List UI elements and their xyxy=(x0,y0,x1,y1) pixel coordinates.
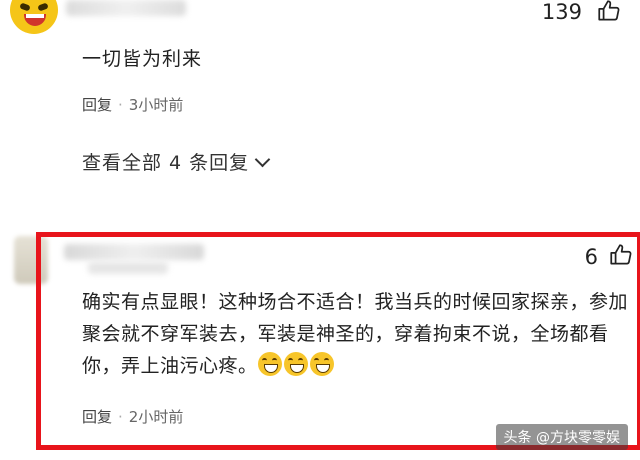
view-all-label: 查看全部 4 条回复 xyxy=(82,152,250,174)
reply-button[interactable]: 回复 xyxy=(82,96,112,114)
comment-meta: 回复 · 3小时前 xyxy=(82,96,184,114)
like-count: 139 xyxy=(541,0,582,24)
watermark: 头条 @方块零零娱 xyxy=(495,424,628,450)
highlight-box xyxy=(36,232,640,450)
username-blurred xyxy=(66,0,186,16)
avatar[interactable] xyxy=(10,0,58,34)
chevron-down-icon xyxy=(254,151,271,168)
view-all-replies-button[interactable]: 查看全部 4 条回复 xyxy=(82,148,271,175)
like-icon[interactable] xyxy=(596,0,622,24)
comment-time: 3小时前 xyxy=(128,96,184,114)
comment-text: 一切皆为利来 xyxy=(82,48,203,70)
